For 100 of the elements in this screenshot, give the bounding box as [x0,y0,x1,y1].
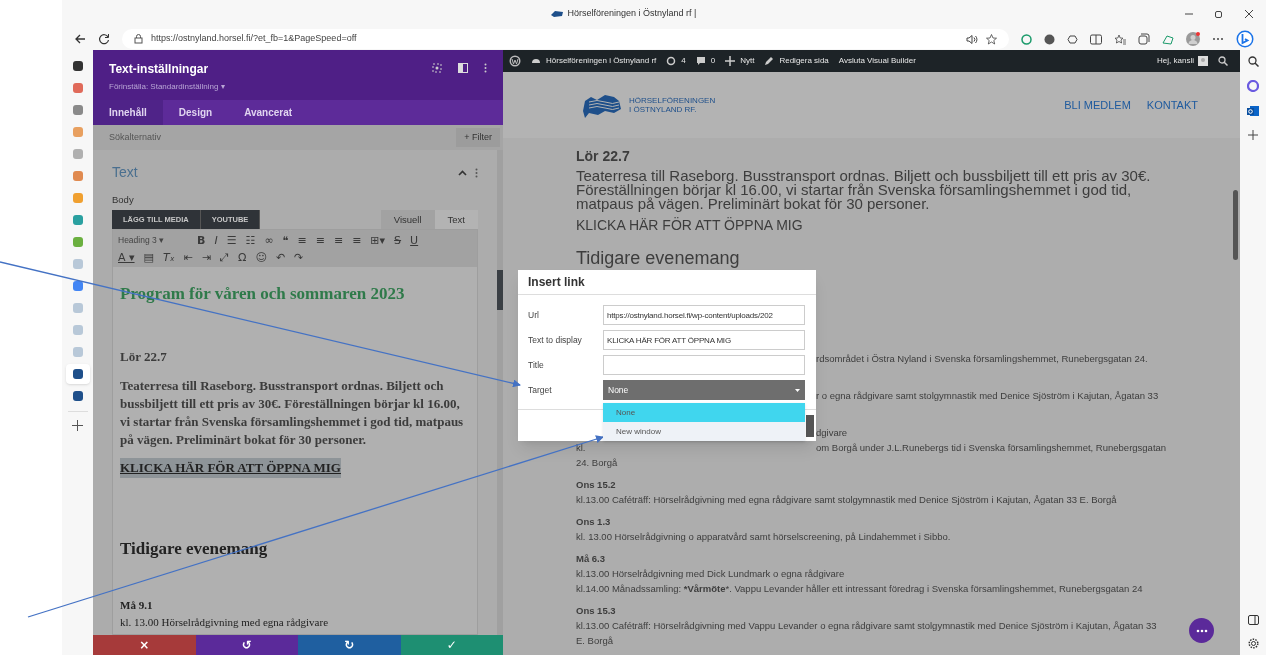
close-icon[interactable] [1244,9,1254,19]
toolbar-button[interactable]: ☷ [245,234,256,246]
toolbar-button[interactable]: ☰ [226,234,237,246]
event-text: 24. Borgå [576,456,619,470]
toolbar-button[interactable]: ≡ [297,234,307,246]
save-button[interactable]: ✓ [400,635,503,655]
add-tab-icon[interactable] [72,420,83,431]
extension-icon[interactable] [1044,33,1055,45]
comment-icon[interactable] [695,56,706,66]
pencil-icon[interactable] [764,56,775,66]
toolbar-button[interactable]: ↷ [294,251,304,263]
toolbar-button[interactable]: ∞ [264,234,274,246]
wordpress-logo-icon[interactable] [509,55,521,67]
update-icon[interactable] [666,56,677,66]
more-icon[interactable] [1212,37,1224,41]
speaker-icon[interactable] [966,33,978,45]
nav-link[interactable]: KONTAKT [1146,96,1198,114]
admin-bar-link[interactable]: Nytt [740,55,755,67]
address-bar[interactable]: https://ostnyland.horsel.fi/?et_fb=1&PageSpeed=off [122,29,1009,49]
settings-tab[interactable]: Innehåll [93,100,163,125]
undo-button[interactable]: ↺ [195,635,298,655]
toolbar-button[interactable]: ⇥ [201,251,211,263]
toolbar-button[interactable]: ☺ [255,251,267,263]
toolbar-button[interactable]: Ω [238,251,247,263]
panel-title: Text-inställningar [109,61,210,78]
comment-count[interactable]: 0 [710,55,716,67]
nav-link[interactable]: BLI MEDLEM [1064,96,1131,114]
admin-bar-link[interactable]: Avsluta Visual Builder [838,55,916,67]
toolbar-button[interactable]: ⊞▾ [370,234,386,246]
editor-text: kl. 13.00 Hörselrådgivning med egna rådgivare [120,614,330,630]
toolbar-button[interactable]: ⇤ [183,251,193,263]
copilot-icon[interactable] [1247,80,1259,92]
extension-icon[interactable] [1067,33,1078,45]
collections-icon[interactable] [1138,33,1150,45]
outlook-icon[interactable] [1247,105,1259,117]
more-options-icon[interactable] [484,63,487,73]
caret-icon[interactable] [458,168,467,177]
preset-dropdown[interactable]: Förinställa: Standardinställning ▾ [109,81,432,93]
search-icon[interactable] [1247,56,1259,67]
settings-tab[interactable]: Design [162,100,229,125]
update-count[interactable]: 4 [681,55,686,67]
filter-button[interactable]: + Filter [456,128,500,147]
event-link[interactable]: KLICKA HÄR FÖR ATT ÖPPNA MIG [576,215,1163,236]
text-field[interactable]: KLICKA HÄR FÖR ATT ÖPPNA MIG [603,330,805,350]
event-text: kl. [576,441,587,455]
target-select[interactable]: None [603,380,805,400]
redo-button[interactable]: ↻ [298,635,401,655]
admin-bar-link[interactable]: Hej, kansli [1157,55,1194,67]
toolbar-button[interactable]: ↶ [275,251,286,263]
admin-bar-link[interactable]: Redigera sida [779,55,829,67]
toolbar-button[interactable]: Tₓ [162,251,175,263]
editor-link[interactable]: KLICKA HÄR FÖR ATT ÖPPNA MIG [120,458,341,478]
restore-icon[interactable] [1214,9,1224,19]
admin-bar-link[interactable]: Hörselföreningen i Östnyland rf [546,55,657,67]
site-favicon-icon [549,10,564,18]
back-icon[interactable] [74,33,86,45]
editor-tab[interactable]: Text [434,210,478,230]
favorites-icon[interactable] [1114,33,1126,45]
settings-icon[interactable] [1247,638,1259,649]
dashboard-icon[interactable] [531,56,541,66]
toolbar-button[interactable]: I [214,234,218,246]
toolbar-button[interactable]: ≡ [352,234,362,246]
refresh-icon[interactable] [98,33,110,45]
scrollbar-thumb[interactable] [1233,190,1238,260]
bing-logo-icon[interactable] [1236,30,1254,48]
add-icon[interactable] [1248,130,1258,140]
toolbar-button[interactable]: A ▾ [118,251,135,263]
dropdown-option[interactable]: None [603,403,805,422]
layout-icon[interactable] [458,63,468,73]
sidebar-icon[interactable] [1247,615,1259,625]
dropdown-option[interactable]: New window [603,422,805,441]
search-field[interactable]: Sökalternativ + Filter [93,125,503,150]
toolbar-button[interactable]: ≡ [315,234,325,246]
editor-tab[interactable]: Visuell [380,210,435,230]
focus-icon[interactable] [432,63,442,73]
text-field[interactable] [603,355,805,375]
more-button[interactable] [1189,618,1214,643]
favicon-icon [71,324,84,336]
text-field[interactable]: https://ostnyland.horsel.fi/wp-content/uploads/202 [603,305,805,325]
toolbar-button[interactable]: ⤢ [220,251,229,263]
toolbar-button[interactable]: ▤ [143,251,154,263]
scrollbar-thumb[interactable] [497,270,503,310]
window-title: Hörselföreningen i Östnyland rf | [567,7,697,21]
toolbar-button[interactable]: U [410,234,419,246]
more-options-icon[interactable] [475,167,478,178]
settings-tab[interactable]: Avancerat [228,100,309,125]
discard-button[interactable]: × [93,635,196,655]
dialog-button[interactable] [806,414,814,437]
toolbar-button[interactable]: ≡ [333,234,344,246]
extension-icon[interactable] [1162,33,1174,45]
format-dropdown[interactable]: Heading 3 ▾ [118,233,188,247]
toolbar-button[interactable]: ❝ [282,234,289,246]
toolbar-button[interactable]: S [394,234,402,246]
star-icon[interactable] [986,33,997,45]
search-icon[interactable] [1218,56,1228,66]
split-screen-icon[interactable] [1090,33,1102,45]
vertical-tab[interactable] [65,364,90,384]
toolbar-button[interactable]: B [197,234,206,246]
profile-avatar-icon[interactable] [1186,32,1200,46]
extension-icon[interactable] [1021,33,1032,45]
